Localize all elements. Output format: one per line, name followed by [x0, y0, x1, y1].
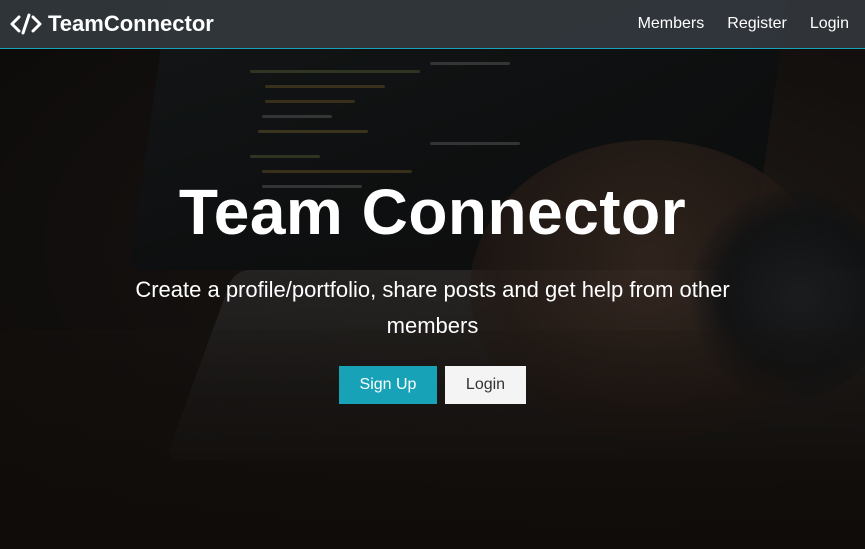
- hero-buttons: Sign Up Login: [0, 366, 865, 404]
- hero-title: Team Connector: [178, 176, 687, 248]
- nav-link-login[interactable]: Login: [810, 15, 849, 33]
- landing-page: TeamConnector Members Register Login Tea…: [0, 0, 865, 549]
- brand-link[interactable]: TeamConnector: [10, 11, 214, 37]
- sign-up-button[interactable]: Sign Up: [339, 366, 437, 404]
- navbar: TeamConnector Members Register Login: [0, 0, 865, 49]
- hero-section: Team Connector Create a profile/portfoli…: [0, 180, 865, 404]
- login-button[interactable]: Login: [445, 366, 526, 404]
- nav-link-register[interactable]: Register: [727, 15, 787, 33]
- code-icon: [10, 13, 42, 35]
- brand-text: TeamConnector: [48, 11, 214, 36]
- hero-lead-text: Create a profile/portfolio, share posts …: [135, 277, 730, 338]
- nav-links: Members Register Login: [638, 15, 849, 33]
- nav-link-members[interactable]: Members: [638, 15, 705, 33]
